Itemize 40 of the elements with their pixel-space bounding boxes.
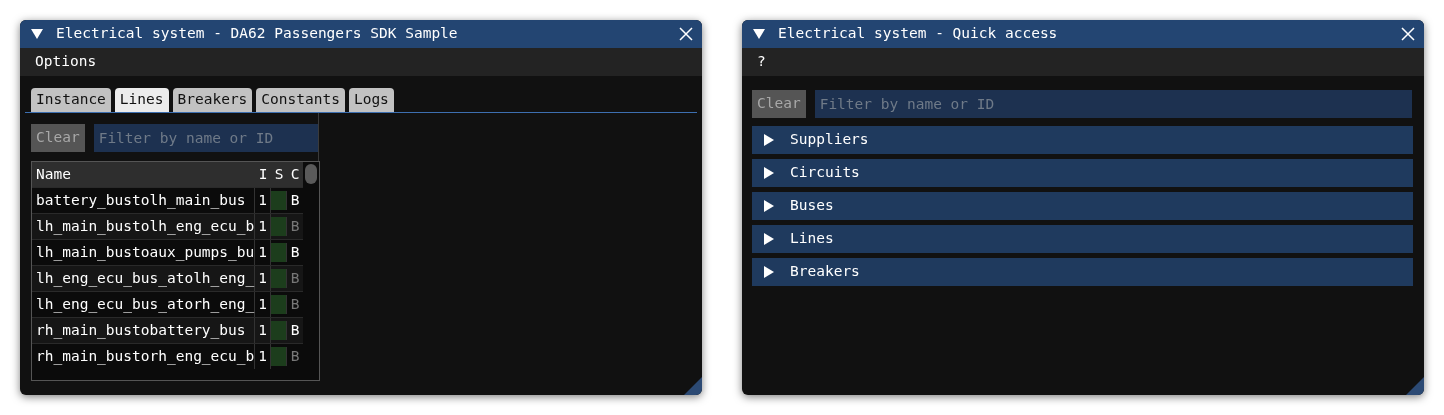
filter-field[interactable]: Filter by name or ID: [814, 90, 1412, 118]
close-icon[interactable]: [679, 27, 693, 41]
window-title: Electrical system - Quick access: [778, 24, 1059, 44]
collapse-caret-icon[interactable]: [752, 27, 766, 41]
scrollbar-thumb[interactable]: [305, 164, 317, 184]
table-cell-text: B: [289, 320, 301, 340]
column-header[interactable]: Name: [32, 162, 255, 187]
section-header[interactable]: Circuits: [752, 159, 1413, 187]
section-header[interactable]: Breakers: [752, 258, 1413, 286]
collapse-caret-icon[interactable]: [30, 27, 44, 41]
close-icon[interactable]: [1401, 27, 1415, 41]
window-title: Electrical system - DA62 Passengers SDK Sample: [56, 24, 459, 44]
table-cell-text: B: [289, 294, 301, 314]
resize-grip-icon[interactable]: [1406, 377, 1424, 395]
caret-icon[interactable]: [762, 232, 776, 246]
section-header[interactable]: Buses: [752, 192, 1413, 220]
table-cell-text: B: [289, 268, 301, 288]
caret-icon[interactable]: [762, 166, 776, 180]
column-header[interactable]: S: [271, 162, 287, 187]
tab[interactable]: Logs: [348, 88, 394, 112]
menu-item[interactable]: ?: [757, 51, 766, 73]
caret-icon[interactable]: [762, 133, 776, 147]
tab[interactable]: Instance: [31, 88, 111, 112]
column-header[interactable]: I: [255, 162, 271, 187]
tab[interactable]: Breakers: [172, 88, 253, 112]
filter-field[interactable]: Filter by name or ID: [93, 124, 318, 152]
table-cell-text: B: [289, 242, 301, 262]
section-header[interactable]: Lines: [752, 225, 1413, 253]
section-header[interactable]: Suppliers: [752, 126, 1413, 154]
menu-item[interactable]: Options: [35, 51, 97, 73]
caret-icon[interactable]: [762, 199, 776, 213]
resize-grip-icon[interactable]: [684, 377, 702, 395]
table-cell-text: B: [289, 190, 301, 210]
table-cell-text: B: [289, 216, 301, 236]
tab[interactable]: Constants: [256, 88, 345, 112]
column-header[interactable]: C: [287, 162, 303, 187]
table-cell-text: B: [289, 346, 301, 366]
table-cell: rh_main_bustorh_eng_ecu_b: [32, 344, 255, 369]
caret-icon[interactable]: [762, 265, 776, 279]
tab[interactable]: Lines: [114, 88, 169, 112]
